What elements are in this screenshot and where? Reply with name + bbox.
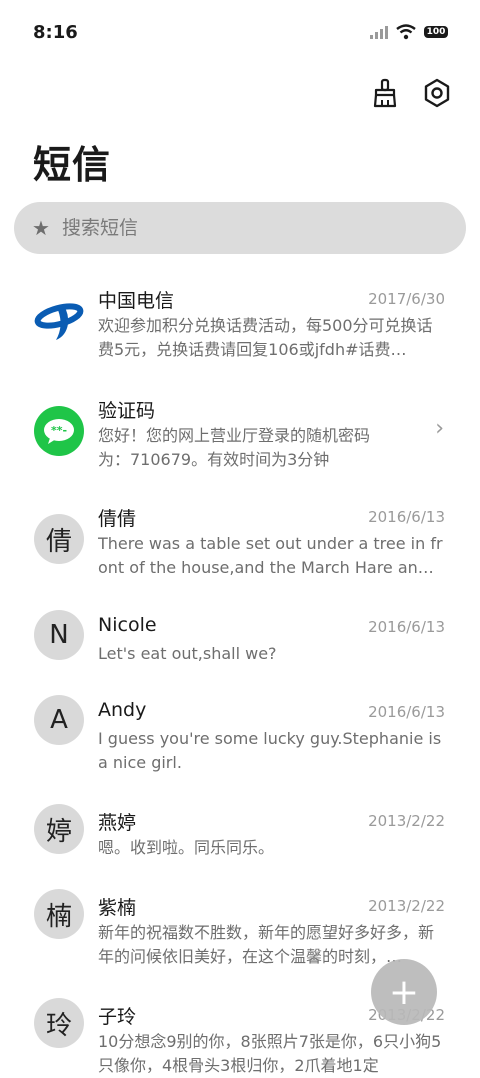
message-date: 2017/6/30 (368, 290, 445, 308)
message-preview: 10分想念9别的你，8张照片7张是你，6只小狗5只像你，4根骨头3根归你，2爪着… (98, 1032, 442, 1075)
contact-name: 子玲 (98, 1006, 137, 1028)
status-icons: 100 (370, 24, 448, 40)
message-date: 2016/6/13 (368, 508, 445, 526)
message-preview: 您好！您的网上营业厅登录的随机密码为：710679。有效时间为3分钟 (98, 426, 371, 469)
battery-icon: 100 (424, 26, 448, 38)
search-input[interactable] (59, 216, 424, 240)
list-item[interactable]: 中国电信 2017/6/30 欢迎参加积分兑换话费活动，每500分可兑换话费5元… (0, 286, 480, 376)
message-date: 2013/2/22 (368, 897, 445, 915)
message-preview: 欢迎参加积分兑换话费活动，每500分可兑换话费5元，兑换话费请回复106或jfd… (98, 316, 433, 359)
svg-text:**-: **- (51, 424, 67, 437)
message-date: 2013/2/22 (368, 812, 445, 830)
clean-brush-icon[interactable] (368, 76, 402, 110)
message-preview: 嗯。收到啦。同乐同乐。 (98, 838, 275, 857)
avatar: 倩 (34, 514, 84, 564)
contact-name: Nicole (98, 614, 157, 636)
contact-name: 中国电信 (98, 290, 175, 312)
star-icon: ★ (32, 216, 50, 240)
list-item[interactable]: 倩 倩倩 2016/6/13 There was a table set out… (0, 504, 480, 594)
search-bar[interactable]: ★ (14, 202, 466, 254)
list-item[interactable]: N Nicole 2016/6/13 Let's eat out,shall w… (0, 610, 480, 684)
avatar: 玲 (34, 998, 84, 1048)
page-title: 短信 (33, 143, 112, 187)
contact-name: 燕婷 (98, 812, 137, 834)
top-actions (368, 76, 454, 110)
avatar: N (34, 610, 84, 660)
list-item[interactable]: **- 验证码 您好！您的网上营业厅登录的随机密码为：710679。有效时间为3… (0, 396, 480, 486)
avatar: 楠 (34, 889, 84, 939)
contact-name: 倩倩 (98, 508, 137, 530)
avatar: 婷 (34, 804, 84, 854)
contact-name: 验证码 (98, 400, 156, 422)
avatar: A (34, 695, 84, 745)
status-time: 8:16 (33, 22, 78, 43)
list-item[interactable]: A Andy 2016/6/13 I guess you're some luc… (0, 695, 480, 789)
sms-bubble-icon: **- (34, 406, 84, 456)
chevron-right-icon: › (435, 416, 444, 441)
contact-name: Andy (98, 699, 147, 721)
message-preview: There was a table set out under a tree i… (98, 534, 443, 577)
new-message-button[interactable]: + (371, 959, 437, 1025)
settings-gear-icon[interactable] (420, 76, 454, 110)
list-item[interactable]: 婷 燕婷 2013/2/22 嗯。收到啦。同乐同乐。 (0, 804, 480, 878)
message-date: 2016/6/13 (368, 618, 445, 636)
message-preview: I guess you're some lucky guy.Stephanie … (98, 729, 442, 772)
signal-icon (370, 25, 388, 39)
message-preview: Let's eat out,shall we? (98, 644, 277, 663)
wifi-icon (396, 24, 416, 40)
contact-name: 紫楠 (98, 897, 137, 919)
status-bar: 8:16 100 (0, 0, 480, 66)
china-telecom-logo-icon (34, 296, 84, 346)
message-date: 2016/6/13 (368, 703, 445, 721)
